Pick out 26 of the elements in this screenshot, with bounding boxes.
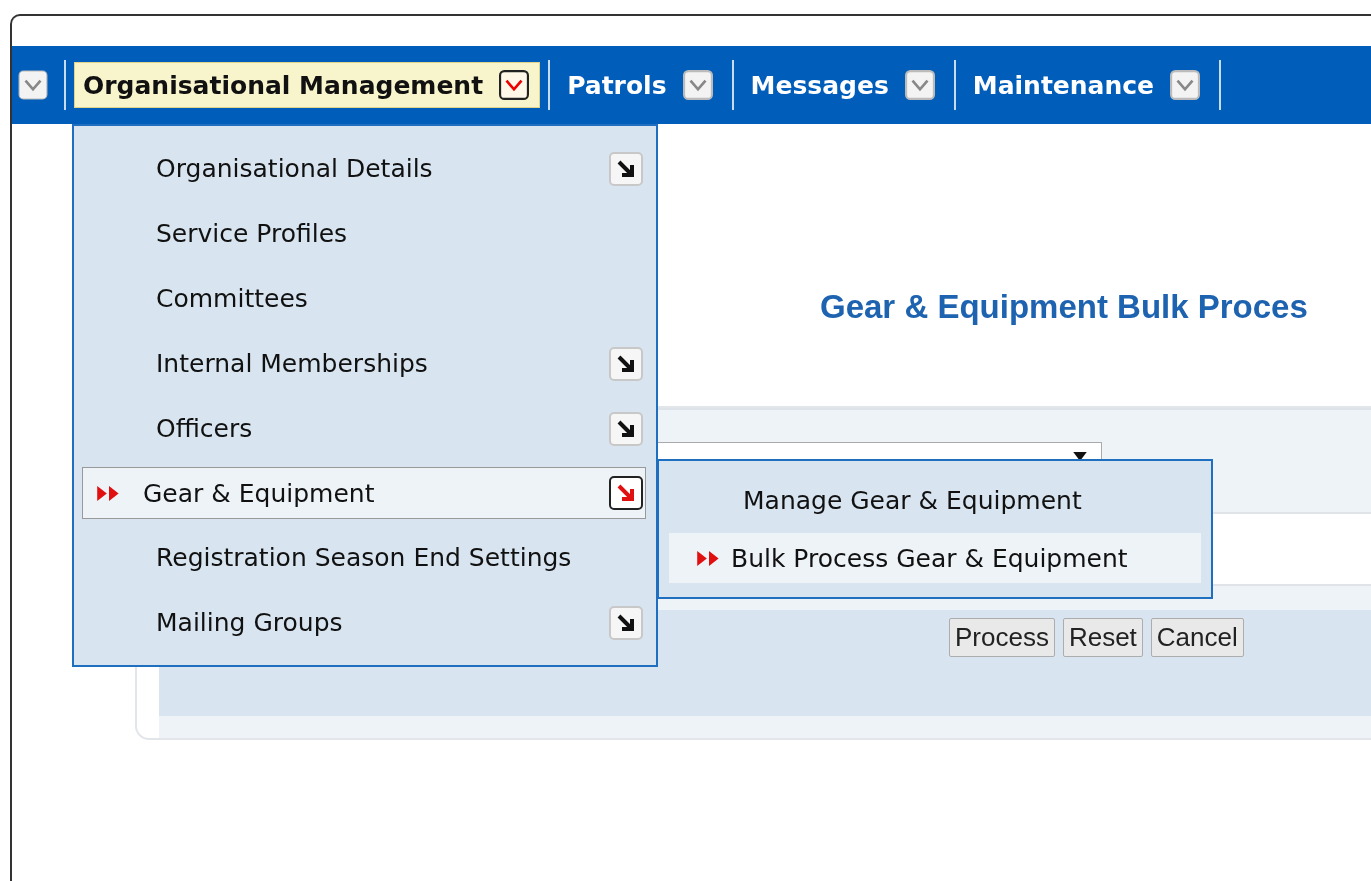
nav-menu-label: Organisational Management xyxy=(83,70,484,100)
menu-item[interactable]: Officers xyxy=(82,396,646,461)
nav-menu-item[interactable]: Patrols xyxy=(558,62,724,108)
nav-menu-label: Patrols xyxy=(567,70,667,100)
nav-menu-item[interactable]: Maintenance xyxy=(963,62,1212,108)
form-button[interactable]: Reset xyxy=(1062,618,1143,657)
double-arrow-icon xyxy=(697,550,721,566)
nav-menu-label: Messages xyxy=(750,70,889,100)
nav-menu-item[interactable]: Organisational Management xyxy=(74,62,541,108)
form-button[interactable]: Cancel xyxy=(1150,618,1244,657)
menu-item[interactable]: Bulk Process Gear & Equipment xyxy=(669,533,1201,583)
menu-item[interactable]: Internal Memberships xyxy=(82,331,646,396)
menu-item[interactable]: Service Profiles xyxy=(82,201,646,266)
dropdown-icon[interactable] xyxy=(499,70,530,100)
nav-menu-label: Maintenance xyxy=(972,70,1155,100)
nav-menu-item[interactable]: Messages xyxy=(741,62,946,108)
menu-item[interactable]: Registration Season End Settings xyxy=(82,525,646,590)
menu-item[interactable]: Mailing Groups xyxy=(82,590,646,655)
form-button[interactable]: Process xyxy=(949,618,1055,657)
double-arrow-icon xyxy=(97,485,121,501)
page-title: Gear & Equipment Bulk Proces xyxy=(820,288,1309,327)
menu-item[interactable]: Manage Gear & Equipment xyxy=(669,475,1201,525)
menu-item[interactable]: Gear & Equipment xyxy=(82,467,646,519)
menu-item[interactable]: Committees xyxy=(82,266,646,331)
caret-icon xyxy=(1073,451,1087,461)
menu-item[interactable]: Organisational Details xyxy=(82,136,646,201)
